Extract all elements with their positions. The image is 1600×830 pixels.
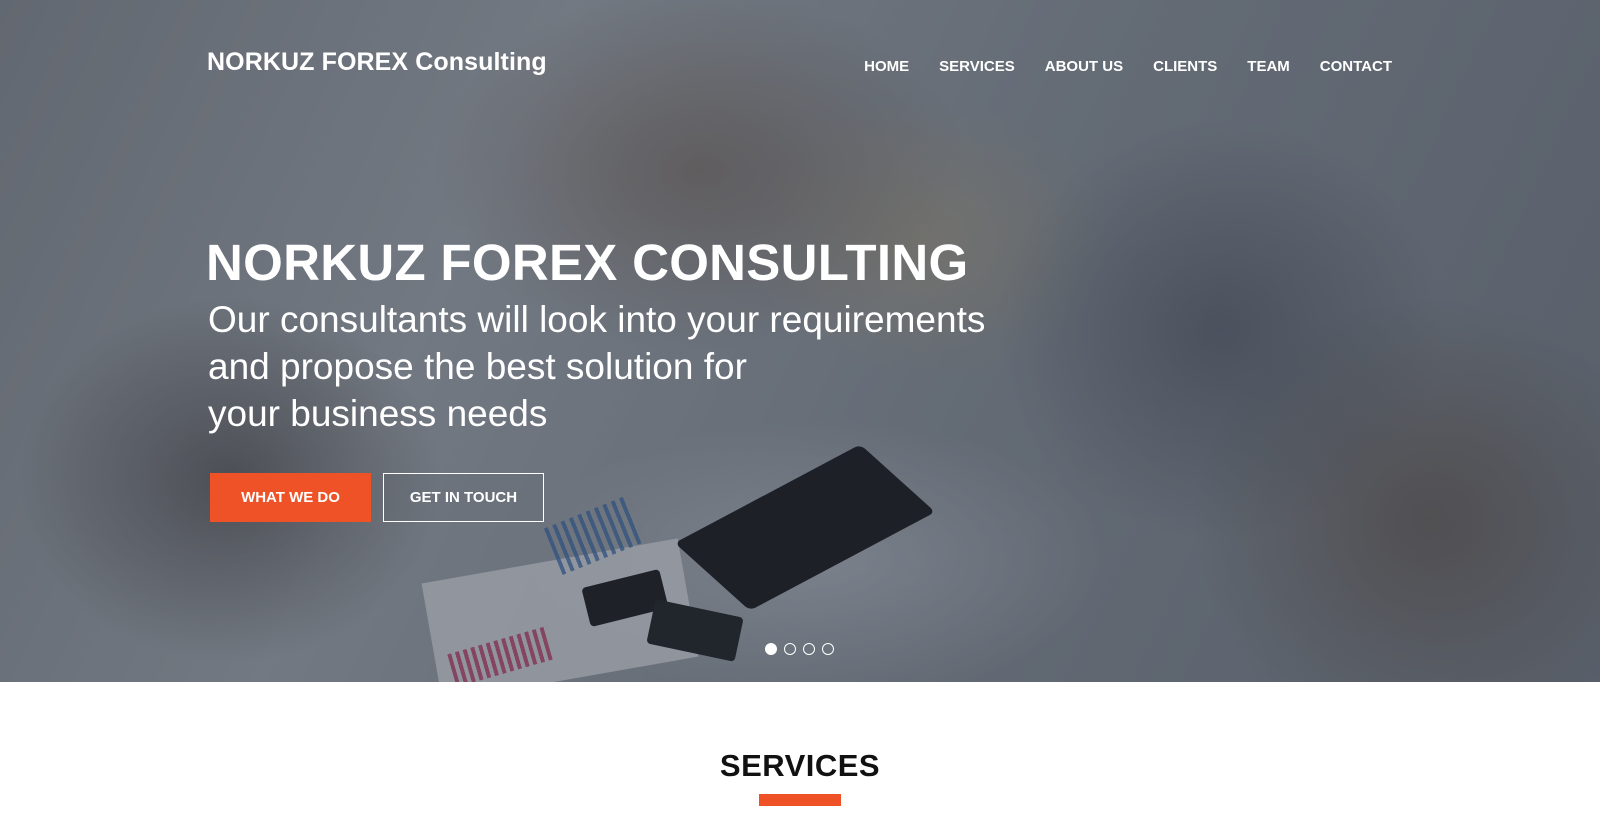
site-header: NORKUZ FOREX Consulting HOME SERVICES AB… [0, 0, 1600, 130]
hero-subtitle-line: and propose the best solution for [208, 346, 747, 387]
nav-item-home[interactable]: HOME [864, 58, 909, 75]
slide-dot-2[interactable] [784, 643, 796, 655]
what-we-do-button[interactable]: WHAT WE DO [210, 473, 371, 522]
services-heading: SERVICES [719, 748, 881, 783]
slider-pagination [765, 643, 834, 655]
services-section: SERVICES [0, 682, 1600, 830]
hero-subtitle-line: your business needs [208, 393, 548, 434]
heading-underline [759, 794, 841, 806]
hero-title: NORKUZ FOREX CONSULTING [206, 234, 969, 291]
nav-item-team[interactable]: TEAM [1247, 58, 1290, 75]
hero-slider: NORKUZ FOREX Consulting HOME SERVICES AB… [0, 0, 1600, 682]
brand-logo[interactable]: NORKUZ FOREX Consulting [207, 48, 547, 77]
nav-item-services[interactable]: SERVICES [939, 58, 1015, 75]
slide-dot-1[interactable] [765, 643, 777, 655]
nav-item-about-us[interactable]: ABOUT US [1045, 58, 1123, 75]
main-nav: HOME SERVICES ABOUT US CLIENTS TEAM CONT… [864, 58, 1392, 75]
slide-dot-3[interactable] [803, 643, 815, 655]
hero-subtitle: Our consultants will look into your requ… [208, 296, 988, 437]
nav-item-contact[interactable]: CONTACT [1320, 58, 1392, 75]
slide-dot-4[interactable] [822, 643, 834, 655]
get-in-touch-button[interactable]: GET IN TOUCH [383, 473, 544, 522]
nav-item-clients[interactable]: CLIENTS [1153, 58, 1217, 75]
hero-subtitle-line: Our consultants will look into your requ… [208, 299, 986, 340]
